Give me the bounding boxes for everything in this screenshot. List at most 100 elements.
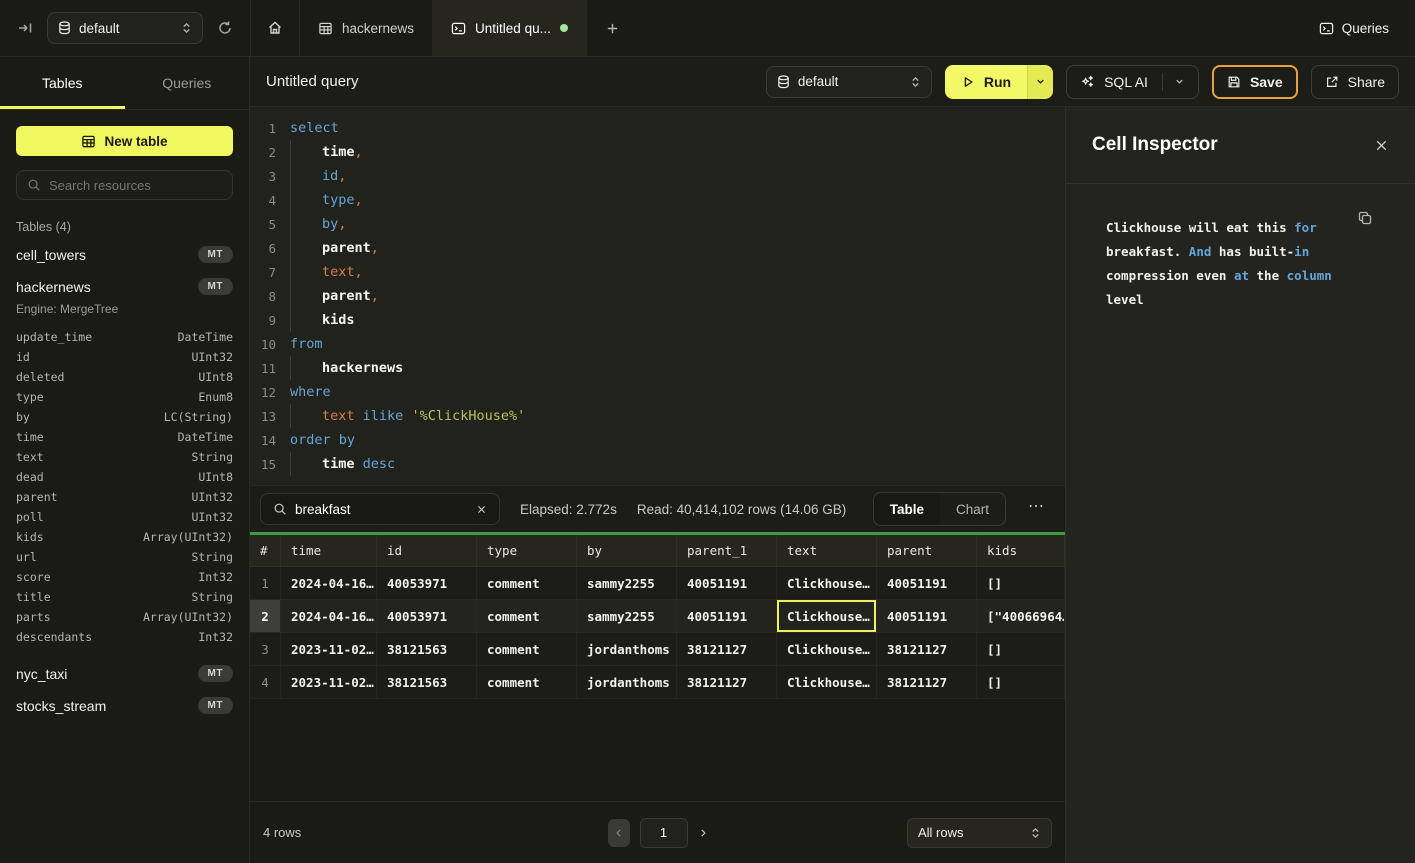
column-header-parent[interactable]: parent — [877, 535, 977, 566]
right-region: Untitled query default — [250, 57, 1415, 863]
refresh-button[interactable] — [213, 16, 237, 40]
tab-untitled-query[interactable]: Untitled qu... — [433, 0, 587, 56]
row-count-label: 4 rows — [263, 825, 301, 840]
sidebar-table-hackernews[interactable]: hackernewsMT — [0, 270, 249, 302]
table-cell[interactable]: 2023-11-02… — [281, 666, 377, 698]
column-header-num[interactable]: # — [250, 535, 281, 566]
sidebar-table-cell_towers[interactable]: cell_towersMT — [0, 238, 249, 270]
column-name: time — [16, 430, 44, 444]
column-header-by[interactable]: by — [577, 535, 677, 566]
new-tab-button[interactable] — [587, 0, 638, 56]
code-token: by — [322, 216, 338, 232]
page-size-selector[interactable]: All rows — [907, 818, 1052, 848]
table-row[interactable]: 42023-11-02…38121563commentjordanthoms38… — [250, 666, 1065, 699]
table-cell[interactable]: 40051191 — [877, 567, 977, 599]
search-resources-input[interactable] — [49, 178, 222, 193]
table-cell[interactable]: Clickhouse… — [777, 600, 877, 632]
table-cell[interactable]: jordanthoms — [577, 633, 677, 665]
close-inspector-button[interactable] — [1374, 138, 1389, 153]
table-cell[interactable]: 40051191 — [677, 567, 777, 599]
copy-cell-button[interactable] — [1357, 210, 1373, 226]
table-cell[interactable]: Clickhouse… — [777, 666, 877, 698]
line-code: by, — [290, 212, 346, 236]
table-cell[interactable]: comment — [477, 633, 577, 665]
table-cell[interactable]: 40053971 — [377, 567, 477, 599]
new-table-button[interactable]: New table — [16, 126, 233, 156]
run-options-caret[interactable] — [1027, 65, 1053, 99]
page-number-input[interactable] — [640, 818, 688, 848]
column-name: type — [16, 390, 44, 404]
table-row[interactable]: 32023-11-02…38121563commentjordanthoms38… — [250, 633, 1065, 666]
run-button-main[interactable]: Run — [945, 65, 1027, 99]
more-options-button[interactable]: ⋯ — [1026, 496, 1055, 522]
save-button[interactable]: Save — [1212, 65, 1298, 99]
view-toggle-table[interactable]: Table — [874, 493, 940, 525]
row-number: 4 — [250, 666, 281, 698]
line-code: order by — [290, 428, 355, 452]
table-cell[interactable]: 2023-11-02… — [281, 633, 377, 665]
table-cell[interactable]: 38121127 — [877, 666, 977, 698]
column-name: update_time — [16, 330, 92, 344]
view-toggle-chart[interactable]: Chart — [940, 493, 1005, 525]
run-button[interactable]: Run — [945, 65, 1053, 99]
editor-line: 13text ilike '%ClickHouse%' — [250, 404, 1065, 428]
column-row: scoreInt32 — [16, 567, 233, 587]
table-cell[interactable]: sammy2255 — [577, 567, 677, 599]
tab-home[interactable] — [251, 0, 300, 56]
table-cell[interactable]: [] — [977, 567, 1065, 599]
tab-hackernews[interactable]: hackernews — [300, 0, 433, 56]
collapse-sidebar-button[interactable] — [13, 16, 37, 40]
table-cell[interactable]: 40053971 — [377, 600, 477, 632]
column-row: deletedUInt8 — [16, 367, 233, 387]
elapsed-time: Elapsed: 2.772s — [520, 502, 617, 517]
terminal-icon — [451, 21, 466, 36]
table-cell[interactable]: [] — [977, 633, 1065, 665]
sidebar-tab-tables[interactable]: Tables — [0, 57, 125, 109]
column-type: Int32 — [198, 630, 233, 644]
table-cell[interactable]: comment — [477, 567, 577, 599]
column-header-kids[interactable]: kids — [977, 535, 1065, 566]
table-cell[interactable]: 38121563 — [377, 666, 477, 698]
column-type: Enum8 — [198, 390, 233, 404]
sidebar-table-stocks_stream[interactable]: stocks_streamMT — [0, 689, 249, 721]
results-search-input[interactable] — [295, 502, 468, 517]
table-cell[interactable]: jordanthoms — [577, 666, 677, 698]
table-row[interactable]: 12024-04-16…40053971commentsammy22554005… — [250, 567, 1065, 600]
toolbar-database-selector[interactable]: default — [766, 66, 932, 98]
previous-page-button[interactable] — [608, 819, 630, 847]
table-cell[interactable]: sammy2255 — [577, 600, 677, 632]
table-cell[interactable]: 38121563 — [377, 633, 477, 665]
share-button[interactable]: Share — [1311, 65, 1399, 99]
next-page-button[interactable] — [698, 828, 708, 838]
line-number: 13 — [250, 409, 276, 424]
table-cell[interactable]: comment — [477, 666, 577, 698]
column-header-id[interactable]: id — [377, 535, 477, 566]
sidebar-table-nyc_taxi[interactable]: nyc_taxiMT — [0, 657, 249, 689]
column-row: deadUInt8 — [16, 467, 233, 487]
app-window: default hackernews — [0, 0, 1415, 863]
code-token: id — [322, 168, 338, 184]
table-cell[interactable]: [] — [977, 666, 1065, 698]
table-cell[interactable]: 2024-04-16… — [281, 600, 377, 632]
clear-search-icon[interactable] — [476, 504, 487, 515]
queries-button[interactable]: Queries — [1293, 0, 1415, 57]
table-cell[interactable]: Clickhouse… — [777, 633, 877, 665]
table-cell[interactable]: 40051191 — [877, 600, 977, 632]
sql-ai-button[interactable]: SQL AI — [1066, 65, 1199, 99]
table-cell[interactable]: ["40066964… — [977, 600, 1065, 632]
sql-editor[interactable]: 1select2time,3id,4type,5by,6parent,7text… — [250, 107, 1065, 485]
column-header-parent_1[interactable]: parent_1 — [677, 535, 777, 566]
column-header-time[interactable]: time — [281, 535, 377, 566]
table-row[interactable]: 22024-04-16…40053971commentsammy22554005… — [250, 600, 1065, 633]
table-cell[interactable]: 38121127 — [677, 633, 777, 665]
sidebar-tab-queries[interactable]: Queries — [125, 57, 250, 109]
table-cell[interactable]: 38121127 — [677, 666, 777, 698]
column-header-type[interactable]: type — [477, 535, 577, 566]
table-cell[interactable]: 38121127 — [877, 633, 977, 665]
column-header-text[interactable]: text — [777, 535, 877, 566]
table-cell[interactable]: 40051191 — [677, 600, 777, 632]
table-cell[interactable]: comment — [477, 600, 577, 632]
table-cell[interactable]: Clickhouse… — [777, 567, 877, 599]
database-selector[interactable]: default — [47, 12, 203, 44]
table-cell[interactable]: 2024-04-16… — [281, 567, 377, 599]
